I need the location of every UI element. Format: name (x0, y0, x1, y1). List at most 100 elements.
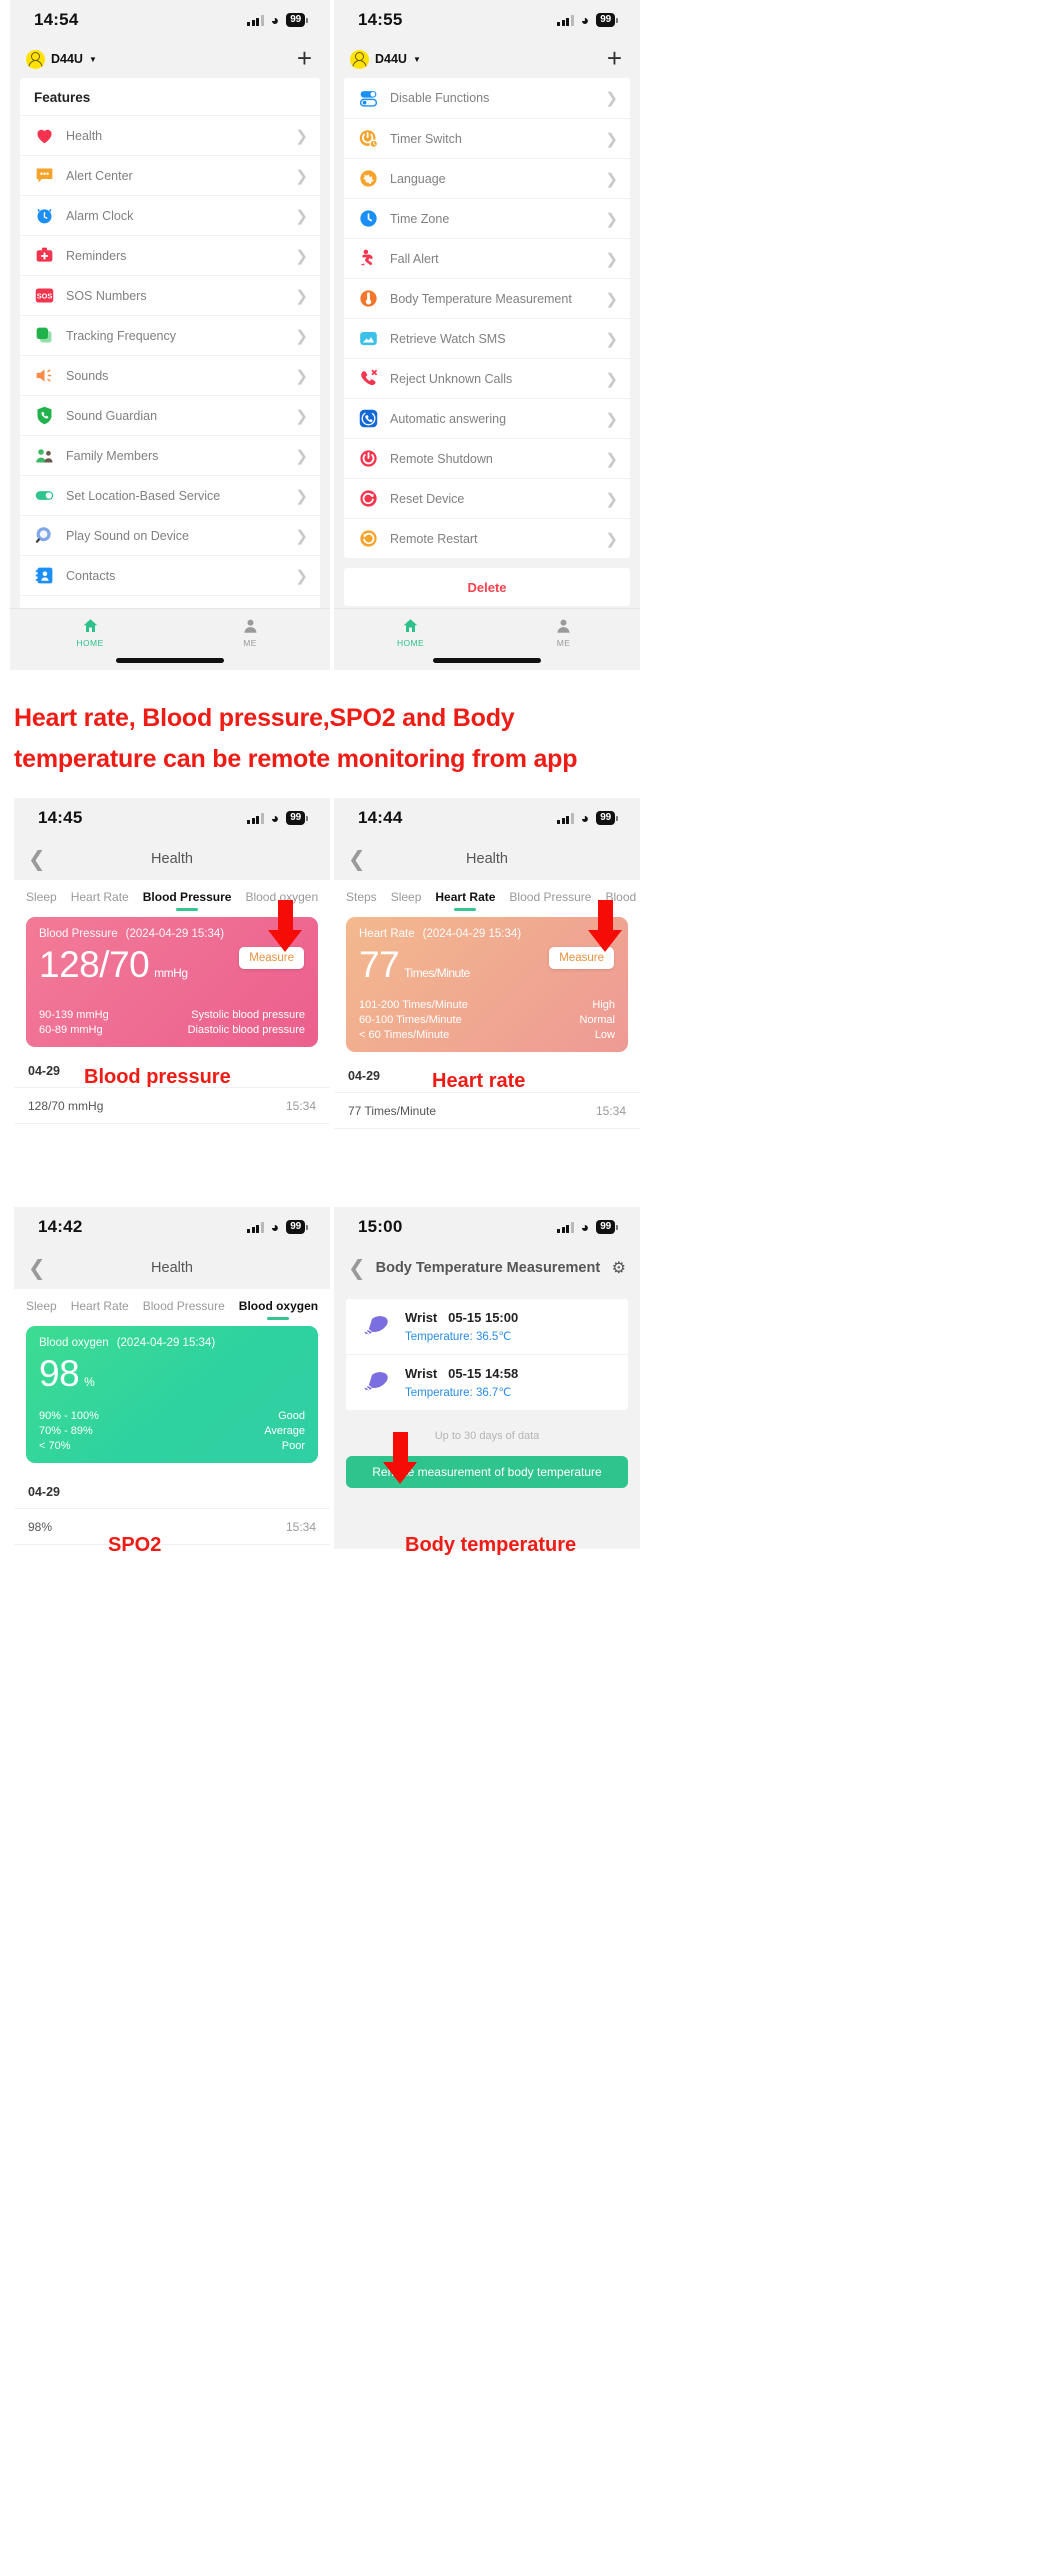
history-time: 15:34 (595, 1103, 626, 1118)
tab-home-label: HOME (76, 638, 104, 648)
battery-badge: 99 (596, 13, 615, 27)
value-unit: % (84, 1375, 95, 1389)
add-device-button[interactable]: + (297, 45, 312, 71)
list-item[interactable]: Wrist 05-15 14:58 Temperature: 36.7℃ (346, 1354, 628, 1410)
sidebar-item-language[interactable]: Language ❯ (344, 158, 630, 198)
phone-blood-oxygen: 14:42 ◕ 99 ❮ Health Sleep Heart Rate Blo… (14, 1207, 330, 1549)
sidebar-item-sos-numbers[interactable]: SOS SOS Numbers ❯ (20, 275, 320, 315)
nav-bar: ❮ Health (14, 838, 330, 880)
tab-blood-pressure[interactable]: Blood Pressure (509, 890, 591, 911)
history-row[interactable]: 77 Times/Minute 15:34 (334, 1092, 640, 1130)
down-arrow-annotation-bp (268, 900, 302, 952)
sidebar-item-contacts[interactable]: Contacts ❯ (20, 555, 320, 595)
chevron-down-icon: ▼ (88, 54, 97, 64)
app-header: D44U ▼ + (10, 40, 330, 78)
range-row: 90% - 100% Good (39, 1409, 305, 1422)
range-row: 60-89 mmHg Diastolic blood pressure (39, 1023, 305, 1036)
tab-me-label: ME (556, 638, 571, 648)
phone-heart-rate: 14:44 ◕ 99 ❮ Health Steps Sleep Heart Ra… (334, 798, 640, 1188)
tab-sleep[interactable]: Sleep (391, 890, 422, 911)
tab-heart-rate[interactable]: Heart Rate (71, 890, 129, 911)
sidebar-item-time-zone[interactable]: Time Zone ❯ (344, 198, 630, 238)
sidebar-item-family-members[interactable]: Family Members ❯ (20, 435, 320, 475)
sidebar-item-play-sound-on-device[interactable]: Play Sound on Device ❯ (20, 515, 320, 555)
tab-sleep[interactable]: Sleep (26, 1299, 57, 1320)
chevron-right-icon: ❯ (605, 170, 618, 188)
history-row[interactable]: 98% 15:34 (14, 1508, 330, 1546)
status-time: 14:45 (38, 808, 83, 827)
chevron-right-icon: ❯ (605, 450, 618, 468)
sidebar-item-disable-functions[interactable]: Disable Functions ❯ (344, 78, 630, 118)
alarm-clock-icon (37, 208, 52, 224)
cellular-signal-icon (247, 14, 264, 26)
features-scroll[interactable]: Disable Functions ❯ Timer Switch ❯ Langu… (334, 78, 640, 670)
device-selector[interactable]: D44U ▼ (26, 49, 97, 69)
features-scroll[interactable]: Features Health ❯ Alert Center ❯ Alarm C… (10, 78, 330, 670)
chevron-right-icon: ❯ (295, 287, 308, 305)
tab-sleep[interactable]: Sleep (26, 890, 57, 911)
cellular-signal-icon (557, 14, 574, 26)
sidebar-item-alarm-clock[interactable]: Alarm Clock ❯ (20, 195, 320, 235)
sidebar-item-reminders[interactable]: Reminders ❯ (20, 235, 320, 275)
sidebar-item-body-temperature-measurement[interactable]: Body Temperature Measurement ❯ (344, 278, 630, 318)
chevron-right-icon: ❯ (295, 327, 308, 345)
sidebar-item-sounds[interactable]: Sounds ❯ (20, 355, 320, 395)
sidebar-item-alert-center[interactable]: Alert Center ❯ (20, 155, 320, 195)
card-title: Blood Pressure (39, 928, 118, 940)
sidebar-item-reset-device[interactable]: Reset Device ❯ (344, 478, 630, 518)
tab-me[interactable]: ME (487, 617, 640, 648)
chevron-right-icon: ❯ (295, 527, 308, 545)
delete-device-button[interactable]: Delete (344, 568, 630, 606)
device-selector[interactable]: D44U ▼ (350, 49, 421, 69)
tab-blood-pressure[interactable]: Blood Pressure (143, 890, 232, 911)
page-title: Health (151, 851, 193, 867)
tab-home[interactable]: HOME (10, 617, 170, 648)
sidebar-item-health[interactable]: Health ❯ (20, 115, 320, 155)
sidebar-item-timer-switch[interactable]: Timer Switch ❯ (344, 118, 630, 158)
tab-blood-oxygen[interactable]: Blood oxygen (239, 1299, 318, 1320)
tab-blood-pressure[interactable]: Blood Pressure (143, 1299, 225, 1320)
sidebar-item-label: Tracking Frequency (66, 328, 176, 343)
history-row[interactable]: 128/70 mmHg 15:34 (14, 1087, 330, 1125)
sidebar-item-sound-guardian[interactable]: Sound Guardian ❯ (20, 395, 320, 435)
sidebar-item-label: Remote Shutdown (390, 451, 493, 466)
tab-steps[interactable]: Steps (346, 890, 377, 911)
nav-bar: ❮ Health (14, 1247, 330, 1289)
sidebar-item-automatic-answering[interactable]: Automatic answering ❯ (344, 398, 630, 438)
value-unit: Times/Minute (404, 966, 470, 980)
temperature-list: Wrist 05-15 15:00 Temperature: 36.5℃ Wri… (346, 1299, 628, 1410)
tab-heart-rate[interactable]: Heart Rate (71, 1299, 129, 1320)
blood-oxygen-value: 98% (39, 1353, 95, 1394)
history-time: 15:34 (285, 1519, 316, 1534)
tab-home[interactable]: HOME (334, 617, 487, 648)
chevron-right-icon: ❯ (295, 567, 308, 585)
status-time: 14:42 (38, 1217, 83, 1236)
sidebar-item-tracking-frequency[interactable]: Tracking Frequency ❯ (20, 315, 320, 355)
sidebar-item-remote-restart[interactable]: Remote Restart ❯ (344, 518, 630, 558)
auto-answer-icon (359, 409, 378, 428)
range-row: 60-100 Times/Minute Normal (359, 1013, 615, 1026)
sidebar-item-fall-alert[interactable]: Fall Alert ❯ (344, 238, 630, 278)
gear-icon[interactable]: ⚙ (612, 1258, 626, 1278)
sidebar-item-retrieve-watch-sms[interactable]: Retrieve Watch SMS ❯ (344, 318, 630, 358)
toggle-on-icon (35, 491, 54, 500)
chevron-down-icon: ▼ (412, 54, 421, 64)
range-row: < 60 Times/Minute Low (359, 1028, 615, 1041)
health-tabs[interactable]: Sleep Heart Rate Blood Pressure Blood ox… (14, 1289, 330, 1320)
sidebar-item-reject-unknown-calls[interactable]: Reject Unknown Calls ❯ (344, 358, 630, 398)
card-timestamp: (2024-04-29 15:34) (116, 1337, 216, 1349)
list-item[interactable]: Wrist 05-15 15:00 Temperature: 36.5℃ (346, 1299, 628, 1354)
sidebar-item-location-based-service[interactable]: Set Location-Based Service ❯ (20, 475, 320, 515)
chevron-right-icon: ❯ (295, 407, 308, 425)
wifi-icon: ◕ (580, 12, 590, 28)
back-button[interactable]: ❮ (348, 1258, 366, 1279)
sidebar-item-label: Automatic answering (390, 411, 507, 426)
tab-heart-rate[interactable]: Heart Rate (435, 890, 495, 911)
card-timestamp: (2024-04-29 15:34) (422, 928, 522, 940)
fall-alert-icon (360, 249, 373, 266)
sidebar-item-remote-shutdown[interactable]: Remote Shutdown ❯ (344, 438, 630, 478)
nav-bar: ❮ Health (334, 838, 640, 880)
contacts-icon (35, 567, 53, 584)
add-device-button[interactable]: + (607, 45, 622, 71)
tab-me[interactable]: ME (170, 617, 330, 648)
